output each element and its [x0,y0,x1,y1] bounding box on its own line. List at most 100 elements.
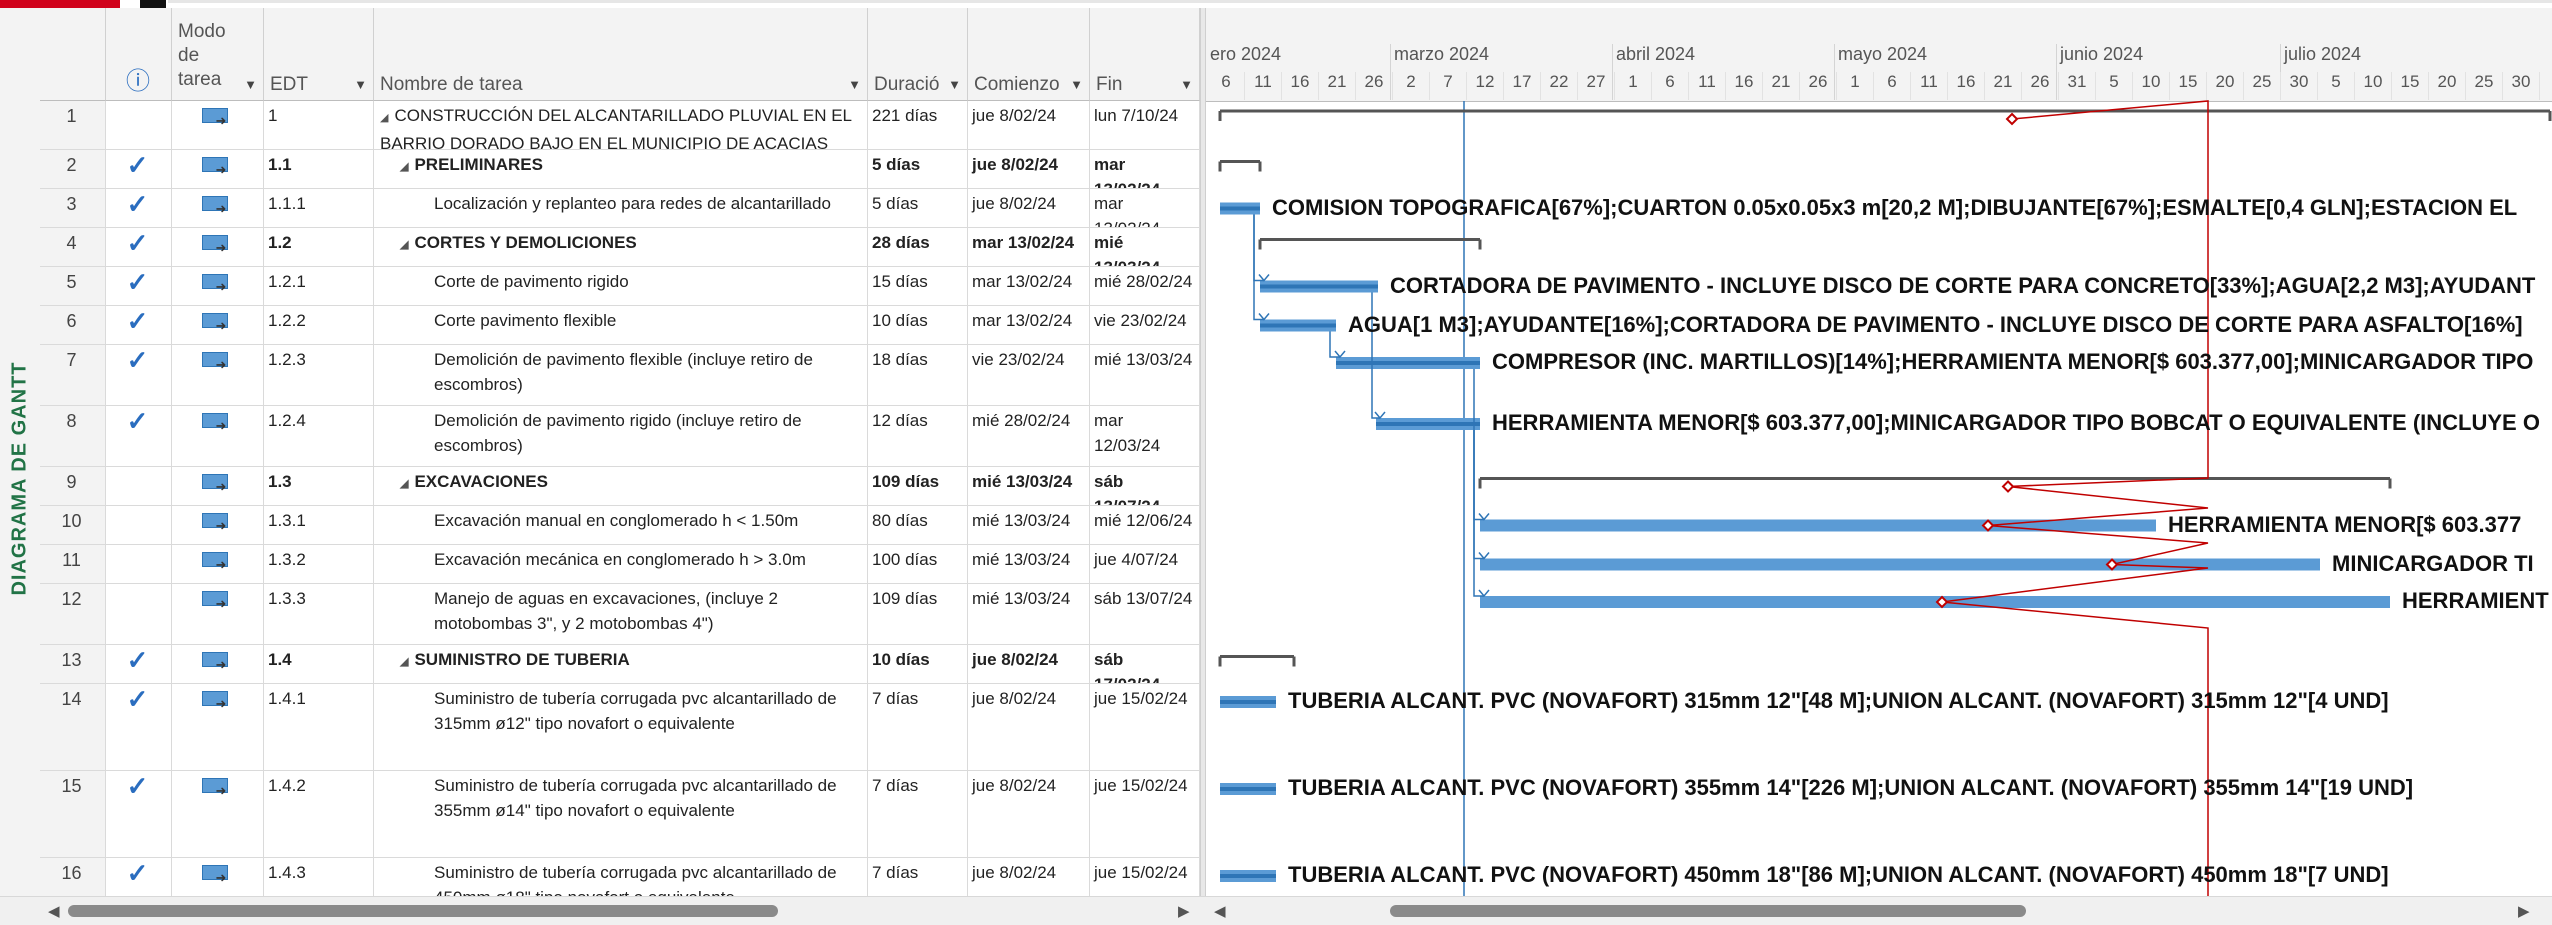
chart-scroll-right-arrow-icon[interactable]: ▶ [2518,902,2530,920]
row-number[interactable]: 11 [40,545,106,584]
task-mode-cell[interactable]: ➜ [172,150,264,189]
task-name-cell[interactable]: Demolición de pavimento rigido (incluye … [374,406,868,467]
task-name-cell[interactable]: Suministro de tubería corrugada pvc alca… [374,684,868,771]
indicator-cell[interactable] [106,584,172,645]
task-mode-cell[interactable]: ➜ [172,584,264,645]
task-mode-cell[interactable]: ➜ [172,645,264,684]
start-cell[interactable]: jue 8/02/24 [968,150,1090,189]
row-number[interactable]: 13 [40,645,106,684]
task-name-cell[interactable]: ◢ CONSTRUCCIÓN DEL ALCANTARILLADO PLUVIAL… [374,101,868,150]
task-name-cell[interactable]: Excavación mecánica en conglomerado h > … [374,545,868,584]
duration-cell[interactable]: 109 días [868,584,968,645]
task-mode-cell[interactable]: ➜ [172,306,264,345]
indicator-cell[interactable]: ✓ [106,189,172,228]
start-cell[interactable]: jue 8/02/24 [968,771,1090,858]
table-row[interactable]: 11 ➜ 1.3.2 Excavación mecánica en conglomer… [40,545,1200,584]
filter-arrow-icon[interactable]: ▼ [848,77,861,92]
duration-cell[interactable]: 10 días [868,645,968,684]
header-indicators[interactable]: ⓘ [106,8,172,101]
header-task-name[interactable]: Nombre de tarea ▼ [374,8,868,101]
start-cell[interactable]: vie 23/02/24 [968,345,1090,406]
task-name-cell[interactable]: Localización y replanteo para redes de a… [374,189,868,228]
start-cell[interactable]: jue 8/02/24 [968,189,1090,228]
row-number[interactable]: 10 [40,506,106,545]
task-name-cell[interactable]: ◢ CORTES Y DEMOLICIONES [374,228,868,267]
task-mode-cell[interactable]: ➜ [172,101,264,150]
end-cell[interactable]: lun 7/10/24 [1090,101,1200,150]
task-mode-cell[interactable]: ➜ [172,684,264,771]
collapse-triangle-icon[interactable]: ◢ [400,656,408,668]
filter-arrow-icon[interactable]: ▼ [1180,77,1193,92]
start-cell[interactable]: jue 8/02/24 [968,101,1090,150]
end-cell[interactable]: jue 15/02/24 [1090,771,1200,858]
duration-cell[interactable]: 5 días [868,150,968,189]
duration-cell[interactable]: 100 días [868,545,968,584]
header-start[interactable]: Comienzo ▼ [968,8,1090,101]
task-mode-cell[interactable]: ➜ [172,406,264,467]
start-cell[interactable]: jue 8/02/24 [968,858,1090,896]
end-cell[interactable]: mié 13/03/24 [1090,228,1200,267]
edt-cell[interactable]: 1.3 [264,467,374,506]
row-number[interactable]: 4 [40,228,106,267]
filter-arrow-icon[interactable]: ▼ [1070,77,1083,92]
edt-cell[interactable]: 1.4.2 [264,771,374,858]
table-row[interactable]: 9 ➜ 1.3 ◢ EXCAVACIONES 109 días mié 13/03/24 sá… [40,467,1200,506]
table-row[interactable]: 4 ✓ ➜ 1.2 ◢ CORTES Y DEMOLICIONES 28 días mar 1… [40,228,1200,267]
duration-cell[interactable]: 18 días [868,345,968,406]
end-cell[interactable]: mar 13/02/24 [1090,150,1200,189]
indicator-cell[interactable]: ✓ [106,306,172,345]
row-number[interactable]: 1 [40,101,106,150]
indicator-cell[interactable] [106,467,172,506]
task-mode-cell[interactable]: ➜ [172,467,264,506]
indicator-cell[interactable] [106,101,172,150]
indicator-cell[interactable]: ✓ [106,684,172,771]
row-number[interactable]: 14 [40,684,106,771]
duration-cell[interactable]: 109 días [868,467,968,506]
task-mode-cell[interactable]: ➜ [172,545,264,584]
table-scroll-thumb[interactable] [68,905,778,917]
filter-arrow-icon[interactable]: ▼ [948,77,961,92]
end-cell[interactable]: jue 4/07/24 [1090,545,1200,584]
duration-cell[interactable]: 7 días [868,858,968,896]
edt-cell[interactable]: 1.3.1 [264,506,374,545]
table-row[interactable]: 13 ✓ ➜ 1.4 ◢ SUMINISTRO DE TUBERIA 10 días jue … [40,645,1200,684]
end-cell[interactable]: mié 28/02/24 [1090,267,1200,306]
edt-cell[interactable]: 1 [264,101,374,150]
task-mode-cell[interactable]: ➜ [172,506,264,545]
duration-cell[interactable]: 7 días [868,684,968,771]
end-cell[interactable]: sáb 17/02/24 [1090,645,1200,684]
duration-cell[interactable]: 5 días [868,189,968,228]
row-number[interactable]: 8 [40,406,106,467]
task-name-cell[interactable]: ◢ EXCAVACIONES [374,467,868,506]
chart-scroll-thumb[interactable] [1390,905,2026,917]
start-cell[interactable]: mié 13/03/24 [968,584,1090,645]
task-mode-cell[interactable]: ➜ [172,858,264,896]
edt-cell[interactable]: 1.2 [264,228,374,267]
edt-cell[interactable]: 1.4.1 [264,684,374,771]
table-row[interactable]: 7 ✓ ➜ 1.2.3 Demolición de pavimento flexible… [40,345,1200,406]
task-name-cell[interactable]: Corte pavimento flexible [374,306,868,345]
duration-cell[interactable]: 10 días [868,306,968,345]
chart-scroll-left-arrow-icon[interactable]: ◀ [1214,902,1226,920]
row-number[interactable]: 2 [40,150,106,189]
end-cell[interactable]: mar 12/03/24 [1090,406,1200,467]
view-bar[interactable]: DIAGRAMA DE GANTT [0,8,41,896]
row-number[interactable]: 15 [40,771,106,858]
edt-cell[interactable]: 1.2.3 [264,345,374,406]
edt-cell[interactable]: 1.3.2 [264,545,374,584]
indicator-cell[interactable] [106,545,172,584]
table-row[interactable]: 14 ✓ ➜ 1.4.1 Suministro de tubería corrugada… [40,684,1200,771]
table-row[interactable]: 16 ✓ ➜ 1.4.3 Suministro de tubería corrugada… [40,858,1200,896]
gantt-chart[interactable]: ero 2024 marzo 2024 abril 2024 mayo 2024 jun… [1206,8,2552,896]
table-row[interactable]: 8 ✓ ➜ 1.2.4 Demolición de pavimento rigido (… [40,406,1200,467]
header-row-number[interactable] [40,8,106,101]
horizontal-scrollbars[interactable]: ◀ ▶ ◀ ▶ [0,896,2552,925]
collapse-triangle-icon[interactable]: ◢ [400,239,408,251]
indicator-cell[interactable]: ✓ [106,150,172,189]
edt-cell[interactable]: 1.3.3 [264,584,374,645]
task-name-cell[interactable]: Corte de pavimento rigido [374,267,868,306]
task-name-cell[interactable]: Suministro de tubería corrugada pvc alca… [374,771,868,858]
end-cell[interactable]: mar 13/02/24 [1090,189,1200,228]
header-end[interactable]: Fin ▼ [1090,8,1200,101]
duration-cell[interactable]: 12 días [868,406,968,467]
